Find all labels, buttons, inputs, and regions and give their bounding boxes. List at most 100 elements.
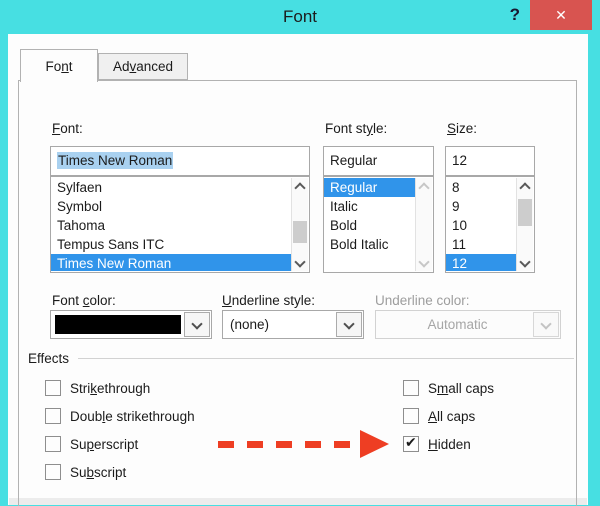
list-item[interactable]: Italic [324,197,416,216]
scrollbar-track [416,194,432,255]
font-style-label: Font style: [325,121,388,136]
font-name-value: Times New Roman [57,152,174,169]
chevron-up-icon [294,181,306,194]
list-item[interactable]: Bold [324,216,416,235]
chevron-down-icon [418,255,430,268]
underline-color-value: Automatic [427,317,488,332]
checkbox-row: Hidden [403,434,471,452]
scroll-down-button [416,255,432,271]
font-name-input[interactable]: Times New Roman [50,146,310,176]
help-icon[interactable]: ? [510,5,520,25]
list-item[interactable]: Tempus Sans ITC [51,235,292,254]
underline-color-label: Underline color: [375,293,470,308]
hidden-checkbox[interactable] [403,434,419,452]
checkbox-row: Strikethrough [45,380,150,396]
hidden-label[interactable]: Hidden [428,437,471,452]
font-style-input[interactable]: Regular [323,146,434,176]
size-list-scrollbar[interactable] [516,178,533,271]
checkbox-row: Superscript [45,436,138,452]
checkbox-row: All caps [403,408,475,424]
list-item[interactable]: Times New Roman [51,254,292,271]
underline-style-dropdown-button[interactable] [336,312,362,337]
scroll-up-button[interactable] [517,178,533,194]
superscript-checkbox[interactable] [45,436,61,452]
list-item[interactable]: Bold Italic [324,235,416,254]
red-arrow-annotation [218,430,389,458]
font-color-swatch [55,315,181,334]
list-item[interactable]: 11 [446,235,517,254]
arrow-dash [218,440,234,448]
underline-style-value: (none) [230,317,270,332]
chevron-down-icon [191,317,203,330]
font-style-value: Regular [330,153,378,168]
strikethrough-checkbox[interactable] [45,380,61,396]
list-item[interactable]: Regular [324,178,416,197]
font-color-label: Font color: [52,293,116,308]
checkbox-row: Double strikethrough [45,408,195,424]
list-item[interactable]: 10 [446,216,517,235]
arrow-dash [276,440,292,448]
chevron-up-icon [418,181,430,194]
font-color-dropdown[interactable] [50,310,212,339]
arrow-dash [305,440,321,448]
list-item[interactable]: 9 [446,197,517,216]
arrow-dash [247,440,263,448]
font-style-scrollbar [415,178,432,271]
small-caps-checkbox[interactable] [403,380,419,396]
double-strikethrough-label[interactable]: Double strikethrough [70,409,195,424]
size-list[interactable]: 8 9 10 11 12 [445,176,535,273]
tab-font-label: Font [45,58,73,74]
checkbox-row: Small caps [403,380,494,396]
chevron-up-icon [519,181,531,194]
scrollbar-thumb[interactable] [518,199,532,226]
effects-separator [78,358,574,359]
underline-style-label: Underline style: [222,293,316,308]
font-dialog: Advanced Font Font: Times New Roman Sylf… [8,34,588,506]
close-button[interactable]: ✕ [530,0,592,30]
size-value: 12 [452,153,468,168]
list-item[interactable]: Symbol [51,197,292,216]
double-strikethrough-checkbox[interactable] [45,408,61,424]
chevron-down-icon [343,317,355,330]
list-item[interactable]: 12 [446,254,517,271]
size-input[interactable]: 12 [445,146,535,176]
superscript-label[interactable]: Superscript [70,437,138,452]
font-color-dropdown-button[interactable] [184,312,210,337]
list-item[interactable]: Tahoma [51,216,292,235]
underline-color-dropdown: Automatic [375,310,561,339]
scroll-up-button[interactable] [292,178,308,194]
close-icon: ✕ [555,6,567,23]
scrollbar-track[interactable] [292,194,308,255]
scroll-down-button[interactable] [517,255,533,271]
scrollbar-thumb[interactable] [293,221,307,243]
effects-group-label: Effects [28,351,70,366]
tab-advanced-label: Advanced [112,59,174,74]
arrowhead-icon [360,430,389,458]
list-item[interactable]: Sylfaen [51,178,292,197]
underline-style-dropdown[interactable]: (none) [222,310,364,339]
all-caps-label[interactable]: All caps [428,409,475,424]
scroll-up-button [416,178,432,194]
underline-color-dropdown-button [533,312,559,337]
chevron-down-icon [519,255,531,268]
small-caps-label[interactable]: Small caps [428,381,494,396]
all-caps-checkbox[interactable] [403,408,419,424]
chevron-down-icon [540,317,552,330]
checkbox-row: Subscript [45,464,126,480]
font-list-scrollbar[interactable] [291,178,308,271]
subscript-label[interactable]: Subscript [70,465,126,480]
scrollbar-track[interactable] [517,194,533,255]
strikethrough-label[interactable]: Strikethrough [70,381,150,396]
size-label: Size: [447,121,478,136]
subscript-checkbox[interactable] [45,464,61,480]
arrow-dash [334,440,350,448]
title-bar: Font ? ✕ [0,0,600,34]
font-style-list[interactable]: Regular Italic Bold Bold Italic [323,176,434,273]
scroll-down-button[interactable] [292,255,308,271]
font-list[interactable]: Sylfaen Symbol Tahoma Tempus Sans ITC Times … [50,176,310,273]
font-label: Font: [52,121,83,136]
list-item[interactable]: 8 [446,178,517,197]
chevron-down-icon [294,255,306,268]
tab-advanced[interactable]: Advanced [98,53,188,80]
tab-font[interactable]: Font [20,49,98,82]
